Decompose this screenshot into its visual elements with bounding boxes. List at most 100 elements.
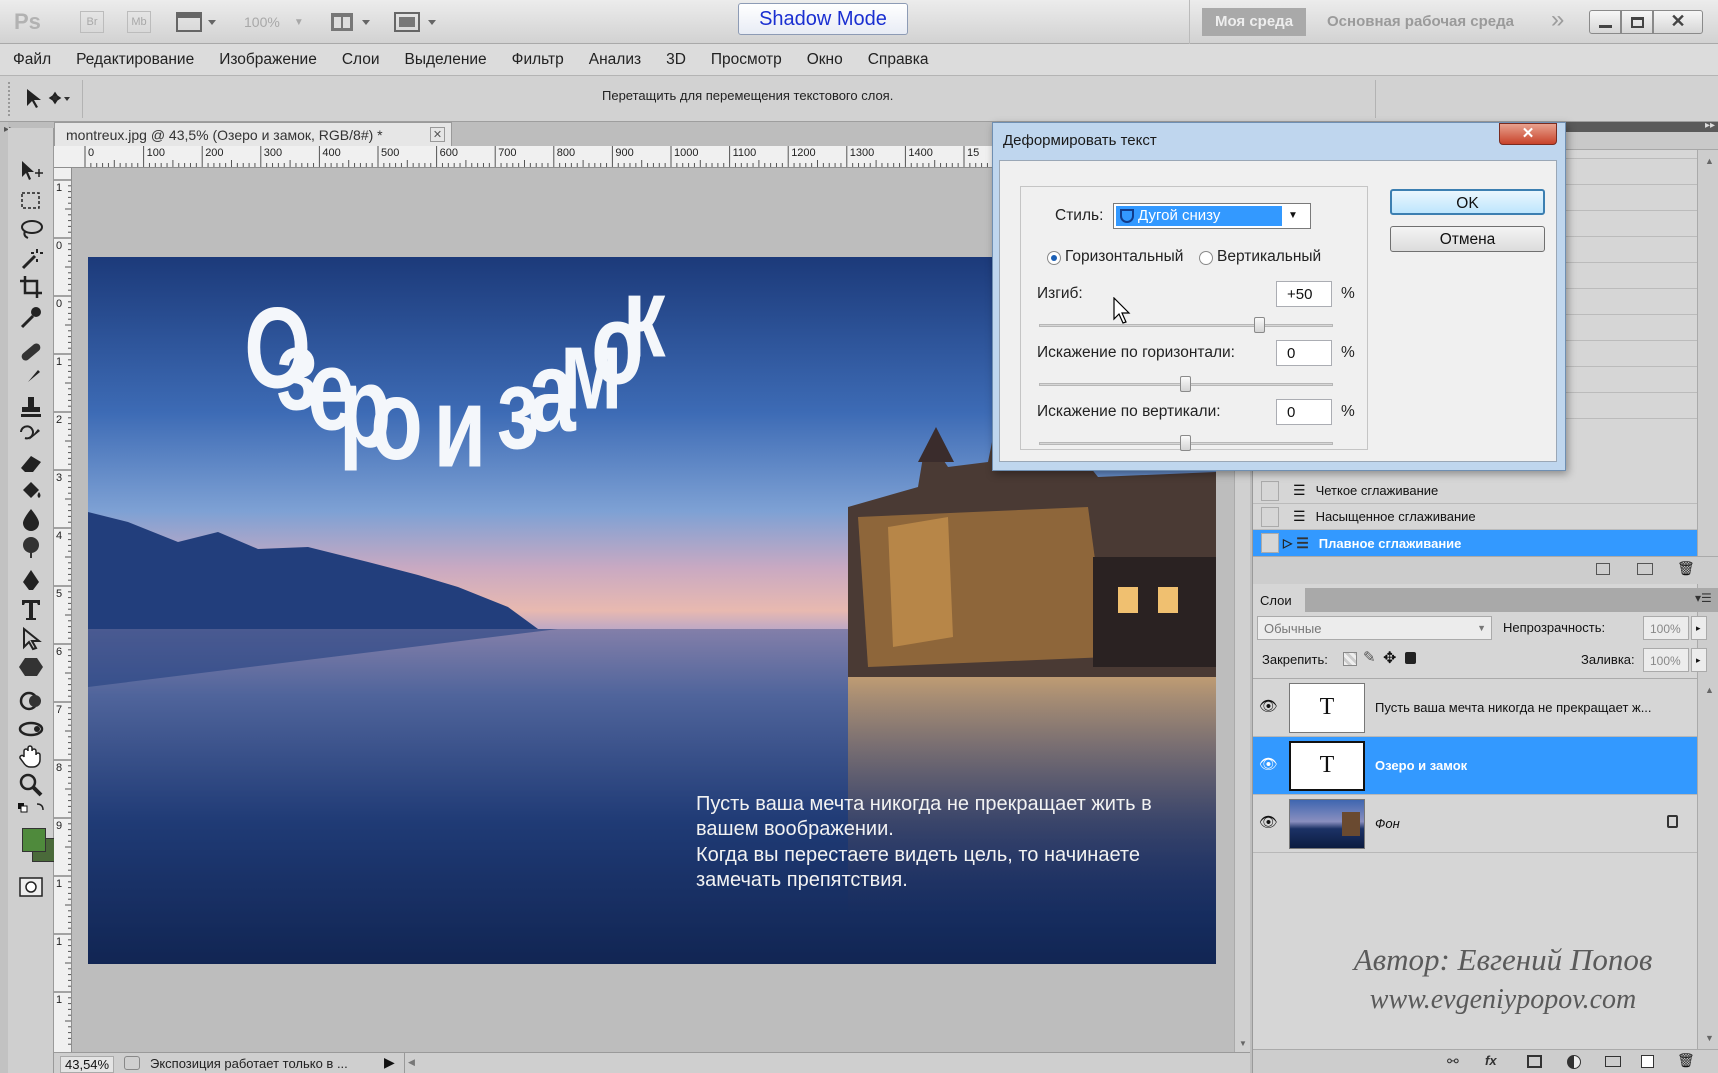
ok-button[interactable]: OK [1390,189,1545,215]
menu-3d[interactable]: 3D [653,51,698,69]
eye-icon[interactable]: 👁 [1259,697,1278,715]
3d-orbit-tool[interactable] [17,716,45,742]
tool-preset-picker[interactable] [24,86,72,110]
bridge-button[interactable]: Br [80,8,104,36]
vertical-radio[interactable] [1199,251,1213,265]
fill-arrow[interactable]: ▸ [1691,648,1707,672]
eraser-tool[interactable] [17,450,45,476]
menu-select[interactable]: Выделение [392,51,499,69]
menu-help[interactable]: Справка [855,51,941,69]
dodge-tool[interactable] [17,534,45,560]
action-toggle[interactable] [1261,506,1279,527]
new-layer-icon[interactable] [1641,1055,1654,1068]
opacity-input[interactable]: 100% [1643,616,1689,640]
crop-tool[interactable] [17,274,45,300]
adjustment-layer-icon[interactable] [1567,1055,1581,1069]
path-selection-tool[interactable] [17,626,45,652]
menu-edit[interactable]: Редактирование [63,51,206,69]
status-menu-arrow[interactable]: ▶ [384,1054,395,1071]
quick-selection-tool[interactable] [17,246,45,272]
panel-menu-icon[interactable]: ▾☰ [1695,591,1712,605]
menu-image[interactable]: Изображение [206,51,329,69]
view-extras-button[interactable] [176,8,216,36]
horizontal-distortion-thumb[interactable] [1180,376,1191,392]
delete-layer-icon[interactable]: 🗑 [1677,1052,1695,1069]
lock-all-icon[interactable] [1405,652,1416,664]
maximize-button[interactable] [1621,10,1653,34]
horizontal-radio[interactable] [1047,251,1061,265]
brush-tool[interactable] [17,366,45,392]
mini-bridge-button[interactable]: Mb [127,8,151,36]
zoom-level-dropdown[interactable]: 100% ▼ [244,8,304,36]
new-action-icon[interactable] [1637,563,1653,575]
move-tool[interactable] [17,158,45,184]
trash-icon[interactable]: 🗑 [1677,560,1695,577]
menu-layers[interactable]: Слои [329,51,392,69]
style-select[interactable]: Дугой снизу ▼ [1113,203,1311,229]
bend-slider-thumb[interactable] [1253,317,1265,333]
screen-mode-button[interactable] [394,8,438,36]
layer-row[interactable]: 👁 Фон [1253,795,1697,853]
scroll-left-icon[interactable]: ◀ [408,1057,415,1068]
opacity-arrow[interactable]: ▸ [1691,616,1707,640]
action-toggle[interactable] [1261,533,1279,553]
blur-tool[interactable] [17,506,45,532]
new-group-icon[interactable] [1605,1056,1621,1067]
action-item[interactable]: ☰ Насыщенное сглаживание [1253,504,1697,530]
hand-tool[interactable] [17,744,45,770]
layers-scrollbar[interactable]: ▲ ▼ [1697,679,1718,1049]
menu-view[interactable]: Просмотр [698,51,794,69]
bend-input[interactable]: +50 [1276,281,1332,307]
eye-icon[interactable]: 👁 [1259,755,1278,773]
action-item[interactable]: ☰ Четкое сглаживание [1253,478,1697,504]
add-mask-icon[interactable] [1527,1055,1542,1068]
eyedropper-tool[interactable] [17,304,45,330]
vertical-distortion-thumb[interactable] [1180,435,1191,451]
3d-rotate-tool[interactable] [17,688,45,714]
ruler-origin[interactable] [54,146,72,168]
vertical-distortion-input[interactable]: 0 [1276,399,1332,425]
fill-input[interactable]: 100% [1643,648,1689,672]
pen-tool[interactable] [17,568,45,594]
document-tab[interactable]: montreux.jpg @ 43,5% (Озеро и замок, RGB… [54,122,452,146]
fx-icon[interactable]: fx [1485,1053,1497,1068]
action-item-selected[interactable]: ▷ ☰ Плавное сглаживание [1253,530,1697,556]
paint-bucket-tool[interactable] [17,478,45,504]
arrange-documents-button[interactable] [330,8,372,36]
type-tool[interactable] [17,596,45,622]
swap-colors-control[interactable] [17,800,45,826]
scroll-down-icon[interactable]: ▼ [1239,1039,1247,1048]
dialog-close-button[interactable]: ✕ [1499,123,1557,145]
minimize-button[interactable] [1589,10,1621,34]
workspace-my-button[interactable]: Моя среда [1202,8,1306,36]
quick-mask-button[interactable] [17,874,45,900]
menu-file[interactable]: Файл [0,51,63,69]
workspace-default-button[interactable]: Основная рабочая среда [1327,13,1514,30]
zoom-tool[interactable] [17,772,45,798]
eye-icon[interactable]: 👁 [1259,813,1278,831]
menu-filter[interactable]: Фильтр [499,51,576,69]
blend-mode-select[interactable]: Обычные ▼ [1257,616,1492,640]
history-brush-tool[interactable] [17,424,45,450]
horizontal-distortion-input[interactable]: 0 [1276,340,1332,366]
cancel-button[interactable]: Отмена [1390,226,1545,252]
clone-stamp-tool[interactable] [17,394,45,420]
close-app-button[interactable]: ✕ [1653,10,1703,34]
foreground-color-swatch[interactable] [22,828,46,852]
menu-analysis[interactable]: Анализ [576,51,653,69]
marquee-tool[interactable] [17,188,45,214]
bend-slider-track[interactable] [1039,324,1333,327]
layer-row-selected[interactable]: 👁 T Озеро и замок [1253,737,1697,795]
lock-transparency-icon[interactable] [1343,652,1357,666]
menu-window[interactable]: Окно [794,51,855,69]
link-layers-icon[interactable]: ⚯ [1447,1053,1459,1070]
panel-collapse-icon[interactable]: ▸▸ [1705,120,1715,131]
shape-tool[interactable] [17,654,45,680]
healing-brush-tool[interactable] [17,338,45,364]
more-workspaces-button[interactable]: » [1551,6,1564,34]
lock-pixels-icon[interactable]: ✎ [1363,648,1376,666]
layer-row[interactable]: 👁 T Пусть ваша мечта никогда не прекраща… [1253,679,1697,737]
action-toggle[interactable] [1261,480,1279,501]
lock-position-icon[interactable]: ✥ [1383,648,1396,668]
layers-tab[interactable]: Слои [1253,588,1305,612]
